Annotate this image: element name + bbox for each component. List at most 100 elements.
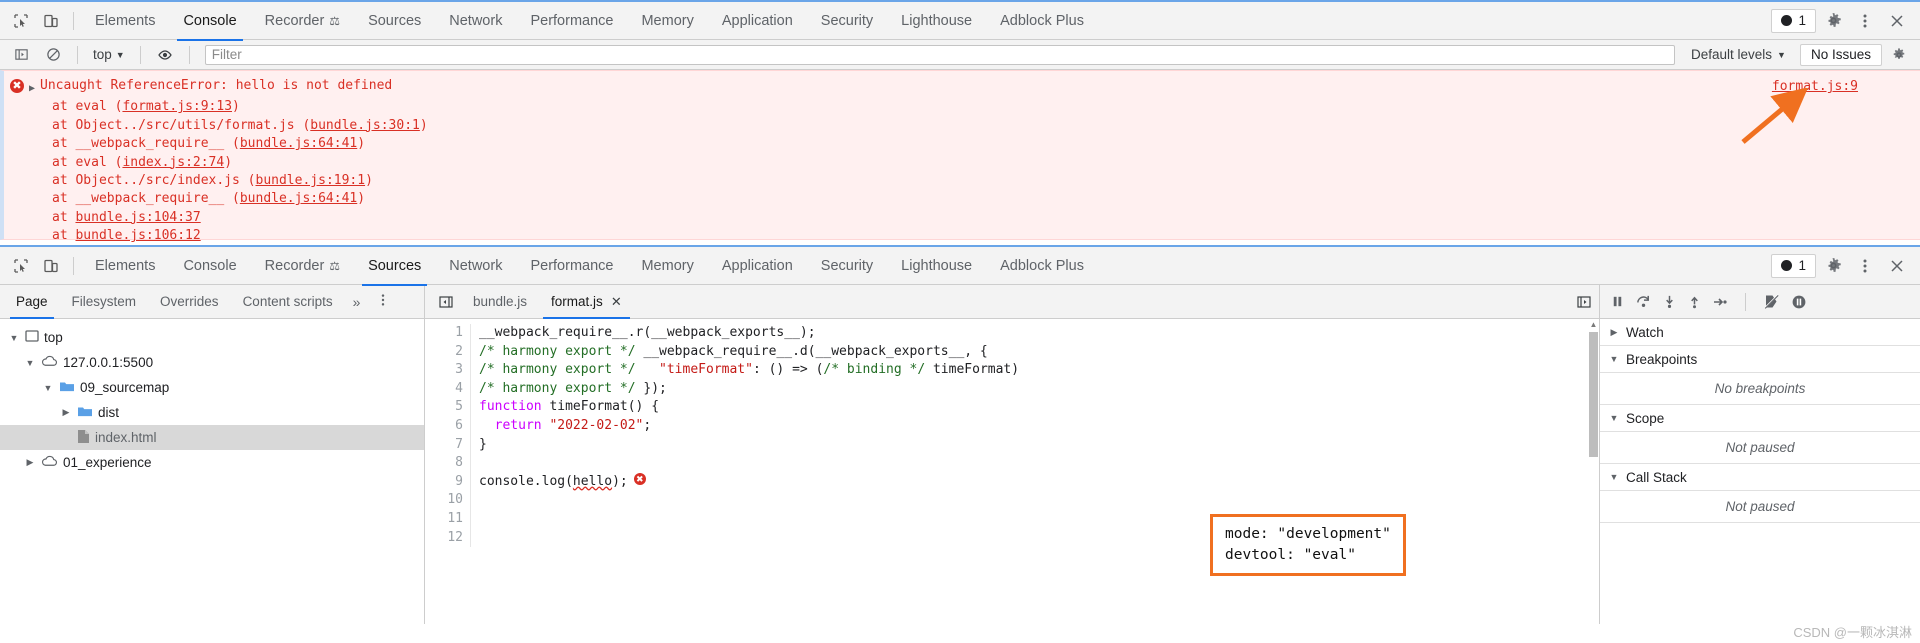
tab-application[interactable]: Application: [708, 1, 807, 41]
expand-triangle-icon[interactable]: ▼: [1608, 413, 1620, 423]
tab-network[interactable]: Network: [435, 246, 516, 286]
device-toolbar-icon[interactable]: [36, 6, 66, 36]
stack-frame-link[interactable]: bundle.js:106:12: [75, 228, 200, 243]
stack-frame-link[interactable]: bundle.js:64:41: [240, 136, 357, 151]
settings-gear-icon[interactable]: [1818, 251, 1848, 281]
editor-tab-format-js[interactable]: format.js ✕: [539, 285, 634, 319]
settings-gear-icon[interactable]: [1818, 6, 1848, 36]
collapse-triangle-icon[interactable]: ▶: [60, 407, 72, 418]
file-navigator-tree[interactable]: ▼ top ▼ 127.0.0.1:5500 ▼ 09_sourcemap ▶: [0, 319, 425, 624]
close-devtools-icon[interactable]: [1882, 251, 1912, 281]
tab-sources[interactable]: Sources: [354, 1, 435, 41]
console-sidebar-toggle-icon[interactable]: [6, 40, 36, 70]
error-count-badge[interactable]: 1: [1771, 253, 1816, 278]
editor-tab-bundle-js[interactable]: bundle.js: [461, 285, 539, 319]
step-into-icon[interactable]: [1662, 294, 1677, 309]
tab-adblock-plus[interactable]: Adblock Plus: [986, 1, 1098, 41]
no-issues-button[interactable]: No Issues: [1799, 43, 1882, 66]
scroll-up-arrow-icon[interactable]: ▲: [1588, 320, 1599, 329]
console-error-message[interactable]: ✖ ▶ Uncaught ReferenceError: hello is no…: [0, 70, 1920, 243]
tab-lighthouse[interactable]: Lighthouse: [887, 246, 986, 286]
tree-item-index-html[interactable]: ▶ index.html: [0, 425, 424, 450]
pause-script-icon[interactable]: [1610, 294, 1625, 309]
close-devtools-icon[interactable]: [1882, 6, 1912, 36]
execution-context-selector[interactable]: top ▼: [87, 47, 131, 62]
show-debugger-icon[interactable]: [1569, 287, 1599, 317]
debugger-section-breakpoints[interactable]: ▼ Breakpoints: [1600, 346, 1920, 373]
console-filter-input[interactable]: Filter: [204, 44, 1675, 65]
expand-triangle-icon[interactable]: ▶: [29, 80, 35, 98]
navigator-more-options-icon[interactable]: [368, 293, 398, 310]
inspect-element-icon[interactable]: [6, 6, 36, 36]
tree-item-dist[interactable]: ▶ dist: [0, 400, 424, 425]
debugger-section-scope[interactable]: ▼ Scope: [1600, 405, 1920, 432]
log-levels-selector[interactable]: Default levels ▼: [1683, 47, 1794, 62]
tab-recorder[interactable]: Recorder ⚖: [251, 1, 354, 41]
error-count-badge[interactable]: 1: [1771, 8, 1816, 33]
tree-item-origin[interactable]: ▼ 127.0.0.1:5500: [0, 350, 424, 375]
device-toolbar-icon[interactable]: [36, 251, 66, 281]
tab-sources[interactable]: Sources: [354, 246, 435, 286]
clear-console-icon[interactable]: [38, 40, 68, 70]
code-editor[interactable]: 1 __webpack_require__.r(__webpack_exports…: [425, 319, 1600, 624]
stack-frame-prefix: at eval (: [52, 99, 123, 115]
nav-tab-overrides[interactable]: Overrides: [148, 285, 231, 319]
sources-main-area: ▼ top ▼ 127.0.0.1:5500 ▼ 09_sourcemap ▶: [0, 319, 1920, 624]
stack-frame-link[interactable]: bundle.js:104:37: [75, 210, 200, 225]
tree-item-09-sourcemap[interactable]: ▼ 09_sourcemap: [0, 375, 424, 400]
expand-triangle-icon[interactable]: ▼: [24, 358, 36, 368]
tree-item-top[interactable]: ▼ top: [0, 325, 424, 350]
error-header: ✖ ▶ Uncaught ReferenceError: hello is no…: [10, 77, 1910, 98]
step-over-icon[interactable]: [1635, 293, 1652, 310]
console-settings-gear-icon[interactable]: [1884, 40, 1914, 70]
inspect-element-icon[interactable]: [6, 251, 36, 281]
editor-scrollbar-thumb[interactable]: [1589, 332, 1598, 457]
expand-triangle-icon[interactable]: ▼: [1608, 354, 1620, 364]
close-tab-icon[interactable]: ✕: [611, 294, 622, 310]
collapse-triangle-icon[interactable]: ▶: [24, 457, 36, 468]
debugger-section-watch[interactable]: ▶ Watch: [1600, 319, 1920, 346]
tab-recorder[interactable]: Recorder ⚖: [251, 246, 354, 286]
step-out-icon[interactable]: [1687, 294, 1702, 309]
stack-frame-link[interactable]: bundle.js:19:1: [256, 173, 366, 188]
tab-memory[interactable]: Memory: [627, 1, 707, 41]
tab-network[interactable]: Network: [435, 1, 516, 41]
tab-lighthouse[interactable]: Lighthouse: [887, 1, 986, 41]
live-expression-eye-icon[interactable]: [150, 40, 180, 70]
stack-frame-link[interactable]: format.js:9:13: [122, 99, 232, 114]
inline-error-icon[interactable]: ✖: [633, 472, 646, 485]
pause-on-exceptions-icon[interactable]: [1791, 294, 1807, 310]
tab-elements[interactable]: Elements: [81, 1, 169, 41]
editor-scrollbar[interactable]: ▲: [1588, 319, 1599, 624]
tab-security[interactable]: Security: [807, 246, 887, 286]
stack-frame-link[interactable]: bundle.js:30:1: [310, 118, 420, 133]
nav-tab-filesystem[interactable]: Filesystem: [60, 285, 149, 319]
tab-label: Application: [721, 257, 793, 274]
expand-triangle-icon[interactable]: ▼: [42, 383, 54, 393]
nav-tab-content-scripts[interactable]: Content scripts: [231, 285, 345, 319]
expand-triangle-icon[interactable]: ▼: [8, 333, 20, 343]
tab-security[interactable]: Security: [807, 1, 887, 41]
deactivate-breakpoints-icon[interactable]: [1763, 293, 1781, 310]
tab-elements[interactable]: Elements: [81, 246, 169, 286]
stack-frame-link[interactable]: index.js:2:74: [122, 155, 224, 170]
tab-adblock-plus[interactable]: Adblock Plus: [986, 246, 1098, 286]
debugger-section-call-stack[interactable]: ▼ Call Stack: [1600, 464, 1920, 491]
expand-triangle-icon[interactable]: ▼: [1608, 472, 1620, 482]
tab-performance[interactable]: Performance: [516, 246, 627, 286]
tab-console[interactable]: Console: [169, 1, 250, 41]
more-options-icon[interactable]: [1850, 6, 1880, 36]
tree-item-01-experience[interactable]: ▶ 01_experience: [0, 450, 424, 475]
tab-performance[interactable]: Performance: [516, 1, 627, 41]
tab-application[interactable]: Application: [708, 246, 807, 286]
nav-tab-page[interactable]: Page: [4, 285, 60, 319]
more-tabs-chevron-icon[interactable]: »: [345, 294, 369, 310]
more-options-icon[interactable]: [1850, 251, 1880, 281]
tab-console[interactable]: Console: [169, 246, 250, 286]
tab-memory[interactable]: Memory: [627, 246, 707, 286]
collapse-navigator-icon[interactable]: [431, 287, 461, 317]
folder-icon: [59, 380, 75, 396]
step-icon[interactable]: [1712, 294, 1728, 310]
stack-frame-link[interactable]: bundle.js:64:41: [240, 191, 357, 206]
collapse-triangle-icon[interactable]: ▶: [1608, 327, 1620, 338]
